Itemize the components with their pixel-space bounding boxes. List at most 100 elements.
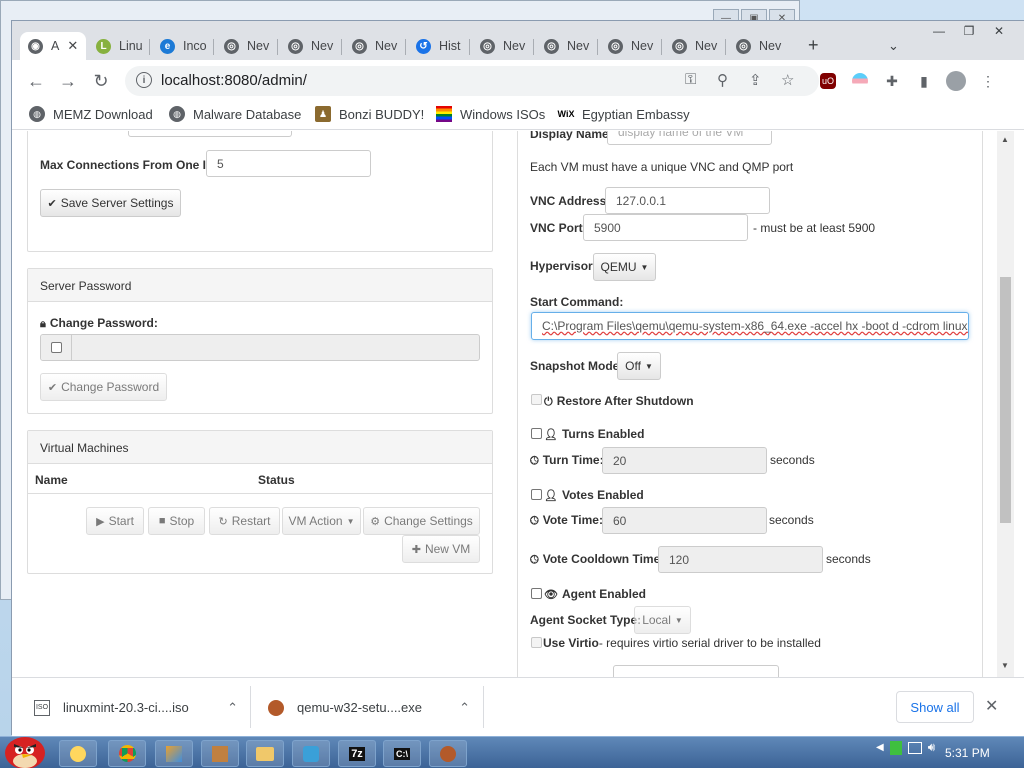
angry-bird-start-icon[interactable] (2, 729, 48, 768)
taskbar-control-panel[interactable] (155, 740, 193, 767)
plus-icon: ✚ (411, 543, 421, 556)
tab-new-2[interactable]: ◎ Nev (280, 32, 333, 60)
address-bar[interactable]: i localhost:8080/admin/ ⚿ ⚲ ⇪ ☆ (125, 66, 819, 96)
vm-name-column-header: Name (35, 473, 68, 487)
tab-new-8[interactable]: ◎ Nev (728, 32, 781, 60)
max-connections-input[interactable]: 5 (206, 150, 371, 177)
restart-vm-button[interactable]: ↻ Restart (209, 507, 280, 535)
taskbar-cmd[interactable]: C:\ (383, 740, 421, 767)
close-tab-icon[interactable]: ✕ (67, 38, 78, 54)
change-password-button[interactable]: ✔ Change Password (40, 373, 167, 401)
show-password-checkbox[interactable] (51, 342, 62, 353)
bookmark-malware-db[interactable]: ◍ Malware Database (169, 106, 301, 122)
site-info-icon[interactable]: i (136, 72, 152, 88)
tab-new-7[interactable]: ◎ Nev (664, 32, 717, 60)
bookmark-bonzi[interactable]: ♟ Bonzi BUDDY! (315, 106, 424, 122)
ublock-icon[interactable]: uO (818, 71, 838, 91)
tab-new-5[interactable]: ◎ Nev (536, 32, 589, 60)
taskbar-media[interactable] (292, 740, 330, 767)
turns-enabled-checkbox[interactable] (531, 428, 542, 439)
taskbar-paint[interactable] (201, 740, 239, 767)
tab-new-1[interactable]: ◎ Nev (216, 32, 269, 60)
agent-socket-type-label: Agent Socket Type: (530, 613, 642, 627)
taskbar-explorer[interactable] (59, 740, 97, 767)
start-command-input[interactable]: C:\Program Files\qemu\qemu-system-x86_64… (531, 312, 969, 340)
minimize-icon[interactable]: — (924, 21, 954, 41)
key-icon[interactable]: ⚿ (685, 71, 696, 88)
taskbar-clock[interactable]: 5:31 PM (945, 746, 990, 760)
scroll-up-icon[interactable]: ▲ (1001, 135, 1009, 144)
tab-new-6[interactable]: ◎ Nev (600, 32, 653, 60)
tray-expand-icon[interactable]: ◀ (876, 742, 884, 753)
taskbar-folder[interactable] (246, 740, 284, 767)
taskbar-qemu[interactable] (429, 740, 467, 767)
clock-icon: 🕓︎ (530, 554, 539, 566)
tab-new-4[interactable]: ◎ Nev (472, 32, 525, 60)
vm-action-dropdown[interactable]: VM Action ▼ (282, 507, 361, 535)
tab-incognito[interactable]: e Inco (152, 32, 207, 60)
label-text: Restore After Shutdown (556, 394, 694, 408)
bookmark-windows-isos[interactable]: Windows ISOs (436, 106, 545, 122)
dropdown-value: Local (642, 613, 671, 627)
taskbar-7zip[interactable]: 7z (338, 740, 376, 767)
reload-icon[interactable]: ↻ (89, 69, 113, 93)
vote-time-input[interactable]: 60 (602, 507, 767, 534)
zoom-icon[interactable]: ⚲ (717, 71, 728, 89)
close-window-icon[interactable]: ✕ (984, 21, 1014, 41)
download-item-qemu[interactable]: qemu-w32-setu....exe ⌃ (268, 678, 476, 737)
agent-enabled-checkbox[interactable] (531, 588, 542, 599)
use-virtio-checkbox[interactable] (531, 637, 542, 648)
new-vm-button[interactable]: ✚ New VM (402, 535, 480, 563)
battery-icon[interactable] (889, 740, 902, 755)
change-settings-button[interactable]: ⚙ Change Settings (363, 507, 480, 535)
start-vm-button[interactable]: ▶ Start (86, 507, 144, 535)
chevron-up-icon[interactable]: ⌃ (227, 700, 238, 716)
label-text: Use Virtio (543, 636, 599, 650)
previous-field-input[interactable] (128, 131, 292, 137)
start-command-label: Start Command: (530, 295, 624, 309)
restore-after-shutdown-checkbox[interactable] (531, 394, 542, 405)
vnc-port-input[interactable]: 5900 (583, 214, 748, 241)
vnc-address-input[interactable]: 127.0.0.1 (605, 187, 770, 214)
restore-icon[interactable]: ❐ (954, 21, 984, 41)
tab-strip: ◉ A ✕ L Linu e Inco ◎ Nev ◎ Nev ◎ Nev ↺ … (12, 21, 1024, 60)
tab-label: Hist (439, 39, 461, 53)
show-all-downloads-button[interactable]: Show all (896, 691, 974, 723)
next-field-input[interactable] (613, 665, 779, 677)
network-icon[interactable] (907, 741, 922, 754)
pride-extension-icon[interactable] (850, 71, 870, 91)
agent-socket-type-dropdown[interactable]: Local ▼ (634, 606, 691, 634)
tab-history[interactable]: ↺ Hist (408, 32, 461, 60)
new-tab-plus-icon[interactable]: + (808, 35, 819, 56)
back-arrow-icon[interactable]: ← (24, 69, 48, 93)
tab-search-chevron-icon[interactable]: ⌄ (888, 38, 899, 54)
snapshot-mode-dropdown[interactable]: Off ▼ (617, 352, 661, 380)
stop-vm-button[interactable]: ■ Stop (148, 507, 205, 535)
profile-avatar-icon[interactable] (946, 71, 966, 91)
taskbar-chrome[interactable] (108, 740, 146, 767)
bookmark-star-icon[interactable]: ☆ (781, 71, 794, 89)
scrollbar-thumb[interactable] (1000, 277, 1011, 523)
display-name-input[interactable]: display name of the VM (607, 131, 772, 145)
menu-dots-icon[interactable]: ⋮ (978, 71, 998, 91)
side-panel-icon[interactable]: ▮ (914, 71, 934, 91)
scroll-down-icon[interactable]: ▼ (1001, 661, 1009, 670)
share-icon[interactable]: ⇪ (749, 71, 762, 89)
tab-admin[interactable]: ◉ A ✕ (20, 32, 86, 60)
close-downloads-icon[interactable]: ✕ (985, 696, 998, 716)
download-item-linuxmint[interactable]: ISO linuxmint-20.3-ci....iso ⌃ (34, 678, 244, 737)
tab-linux[interactable]: L Linu (88, 32, 143, 60)
save-server-settings-button[interactable]: ✔ Save Server Settings (40, 189, 181, 217)
vote-cooldown-input[interactable]: 120 (658, 546, 823, 573)
turn-time-input[interactable]: 20 (602, 447, 767, 474)
page-scrollbar[interactable]: ▲ ▼ (997, 131, 1014, 677)
tab-new-3[interactable]: ◎ Nev (344, 32, 397, 60)
votes-enabled-checkbox[interactable] (531, 489, 542, 500)
forward-arrow-icon[interactable]: → (56, 69, 80, 93)
chevron-up-icon[interactable]: ⌃ (459, 700, 470, 716)
bookmark-memz[interactable]: ◍ MEMZ Download (29, 106, 153, 122)
extensions-puzzle-icon[interactable]: ✚ (882, 71, 902, 91)
volume-icon[interactable]: 🔊︎ (928, 740, 936, 755)
bookmark-egyptian-embassy[interactable]: WiX Egyptian Embassy (558, 106, 690, 122)
hypervisor-dropdown[interactable]: QEMU ▼ (593, 253, 656, 281)
